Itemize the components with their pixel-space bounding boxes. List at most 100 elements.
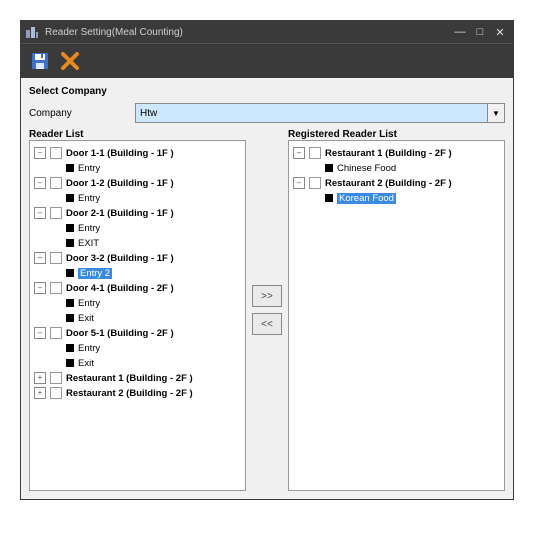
expand-icon[interactable]: + — [34, 372, 46, 384]
reader-icon — [66, 314, 74, 322]
expand-icon[interactable]: + — [34, 387, 46, 399]
reader-list[interactable]: –Door 1-1 (Building - 1F ) Entry – Door 1-2… — [29, 140, 246, 491]
folder-icon — [50, 252, 62, 264]
tree-node-label: Chinese Food — [337, 163, 396, 174]
select-company-label: Select Company — [29, 86, 505, 97]
tree-node-label: Entry — [78, 343, 100, 354]
collapse-icon[interactable]: – — [34, 282, 46, 294]
tree-indent — [311, 163, 321, 173]
tree-node[interactable]: Korean Food — [311, 191, 500, 205]
tree-node[interactable]: Entry 2 — [52, 266, 241, 280]
tree-node[interactable]: EXIT — [52, 236, 241, 250]
tree-node-label: Restaurant 1 (Building - 2F ) — [66, 373, 193, 384]
content-area: Select Company Company Htw ▼ Reader List… — [21, 78, 513, 499]
folder-icon — [50, 207, 62, 219]
reader-icon — [66, 344, 74, 352]
tree-indent — [52, 268, 62, 278]
tree-node[interactable]: – Door 4-1 (Building - 2F ) — [34, 281, 241, 295]
folder-icon — [50, 387, 62, 399]
collapse-icon[interactable]: – — [34, 327, 46, 339]
company-select[interactable]: Htw ▼ — [135, 103, 505, 123]
tree-node[interactable]: + Restaurant 2 (Building - 2F ) — [34, 386, 241, 400]
tree-node-label: Entry — [78, 193, 100, 204]
app-icon — [25, 25, 39, 39]
tree-node-label: EXIT — [78, 238, 99, 249]
collapse-icon[interactable]: – — [34, 252, 46, 264]
collapse-icon[interactable]: – — [34, 177, 46, 189]
tree-node-label: Door 4-1 (Building - 2F ) — [66, 283, 174, 294]
registered-reader-list[interactable]: – Restaurant 1 (Building - 2F ) Chinese Fo… — [288, 140, 505, 491]
reader-icon — [66, 164, 74, 172]
folder-icon — [50, 282, 62, 294]
tree-indent — [52, 193, 62, 203]
tree-node-label: Entry — [78, 163, 100, 174]
folder-icon — [50, 147, 62, 159]
remove-button[interactable]: << — [252, 313, 282, 335]
tree-node[interactable]: Entry — [52, 191, 241, 205]
window-title: Reader Setting(Meal Counting) — [45, 27, 449, 38]
tree-indent — [52, 358, 62, 368]
reader-icon — [66, 239, 74, 247]
transfer-buttons: >> << — [252, 129, 282, 491]
tree-node[interactable]: Entry — [52, 296, 241, 310]
tree-node-label: Door 5-1 (Building - 2F ) — [66, 328, 174, 339]
tree-node-label: Door 1-2 (Building - 1F ) — [66, 178, 174, 189]
tree-node[interactable]: + Restaurant 1 (Building - 2F ) — [34, 371, 241, 385]
maximize-button[interactable]: □ — [471, 25, 489, 39]
tree-node-label: Restaurant 2 (Building - 2F ) — [66, 388, 193, 399]
tree-node[interactable]: – Door 5-1 (Building - 2F ) — [34, 326, 241, 340]
collapse-icon[interactable]: – — [293, 147, 305, 159]
tree-indent — [52, 343, 62, 353]
toolbar — [21, 43, 513, 78]
reader-icon — [66, 359, 74, 367]
reader-list-title: Reader List — [29, 129, 246, 140]
close-window-button[interactable]: ✕ — [491, 25, 509, 39]
add-button[interactable]: >> — [252, 285, 282, 307]
tree-node-label: Exit — [78, 313, 94, 324]
tree-node[interactable]: Chinese Food — [311, 161, 500, 175]
folder-icon — [309, 177, 321, 189]
tree-node-label: Entry — [78, 223, 100, 234]
tree-node-label: Exit — [78, 358, 94, 369]
save-button[interactable] — [29, 50, 51, 72]
tree-node[interactable]: Exit — [52, 356, 241, 370]
tree-node[interactable]: Entry — [52, 341, 241, 355]
registered-list-title: Registered Reader List — [288, 129, 505, 140]
tree-node-label: Entry 2 — [78, 268, 112, 279]
tree-node[interactable]: – Door 2-1 (Building - 1F ) — [34, 206, 241, 220]
folder-icon — [50, 177, 62, 189]
tree-node-label: Restaurant 1 (Building - 2F ) — [325, 148, 452, 159]
tree-node-label: Door 2-1 (Building - 1F ) — [66, 208, 174, 219]
tree-indent — [52, 313, 62, 323]
tree-node[interactable]: – Door 3-2 (Building - 1F ) — [34, 251, 241, 265]
folder-icon — [50, 372, 62, 384]
tree-node[interactable]: – Restaurant 2 (Building - 2F ) — [293, 176, 500, 190]
tree-node[interactable]: –Door 1-1 (Building - 1F ) — [34, 146, 241, 160]
chevron-down-icon: ▼ — [487, 104, 504, 122]
titlebar: Reader Setting(Meal Counting) — □ ✕ — [21, 21, 513, 43]
window: Reader Setting(Meal Counting) — □ ✕ Sele… — [20, 20, 514, 500]
tree-node[interactable]: – Restaurant 1 (Building - 2F ) — [293, 146, 500, 160]
collapse-icon[interactable]: – — [34, 147, 46, 159]
tree-indent — [52, 223, 62, 233]
reader-icon — [325, 164, 333, 172]
folder-icon — [50, 327, 62, 339]
collapse-icon[interactable]: – — [293, 177, 305, 189]
collapse-icon[interactable]: – — [34, 207, 46, 219]
tree-node[interactable]: Exit — [52, 311, 241, 325]
tree-node-label: Korean Food — [337, 193, 396, 204]
tree-node-label: Restaurant 2 (Building - 2F ) — [325, 178, 452, 189]
reader-icon — [66, 269, 74, 277]
tree-node[interactable]: Entry — [52, 161, 241, 175]
reader-icon — [66, 194, 74, 202]
tree-indent — [52, 298, 62, 308]
close-button[interactable] — [59, 50, 81, 72]
reader-icon — [66, 224, 74, 232]
tree-node[interactable]: Entry — [52, 221, 241, 235]
tree-node-label: Door 3-2 (Building - 1F ) — [66, 253, 174, 264]
tree-indent — [311, 193, 321, 203]
tree-node-label: Entry — [78, 298, 100, 309]
tree-node[interactable]: – Door 1-2 (Building - 1F ) — [34, 176, 241, 190]
minimize-button[interactable]: — — [451, 25, 469, 39]
tree-indent — [52, 163, 62, 173]
